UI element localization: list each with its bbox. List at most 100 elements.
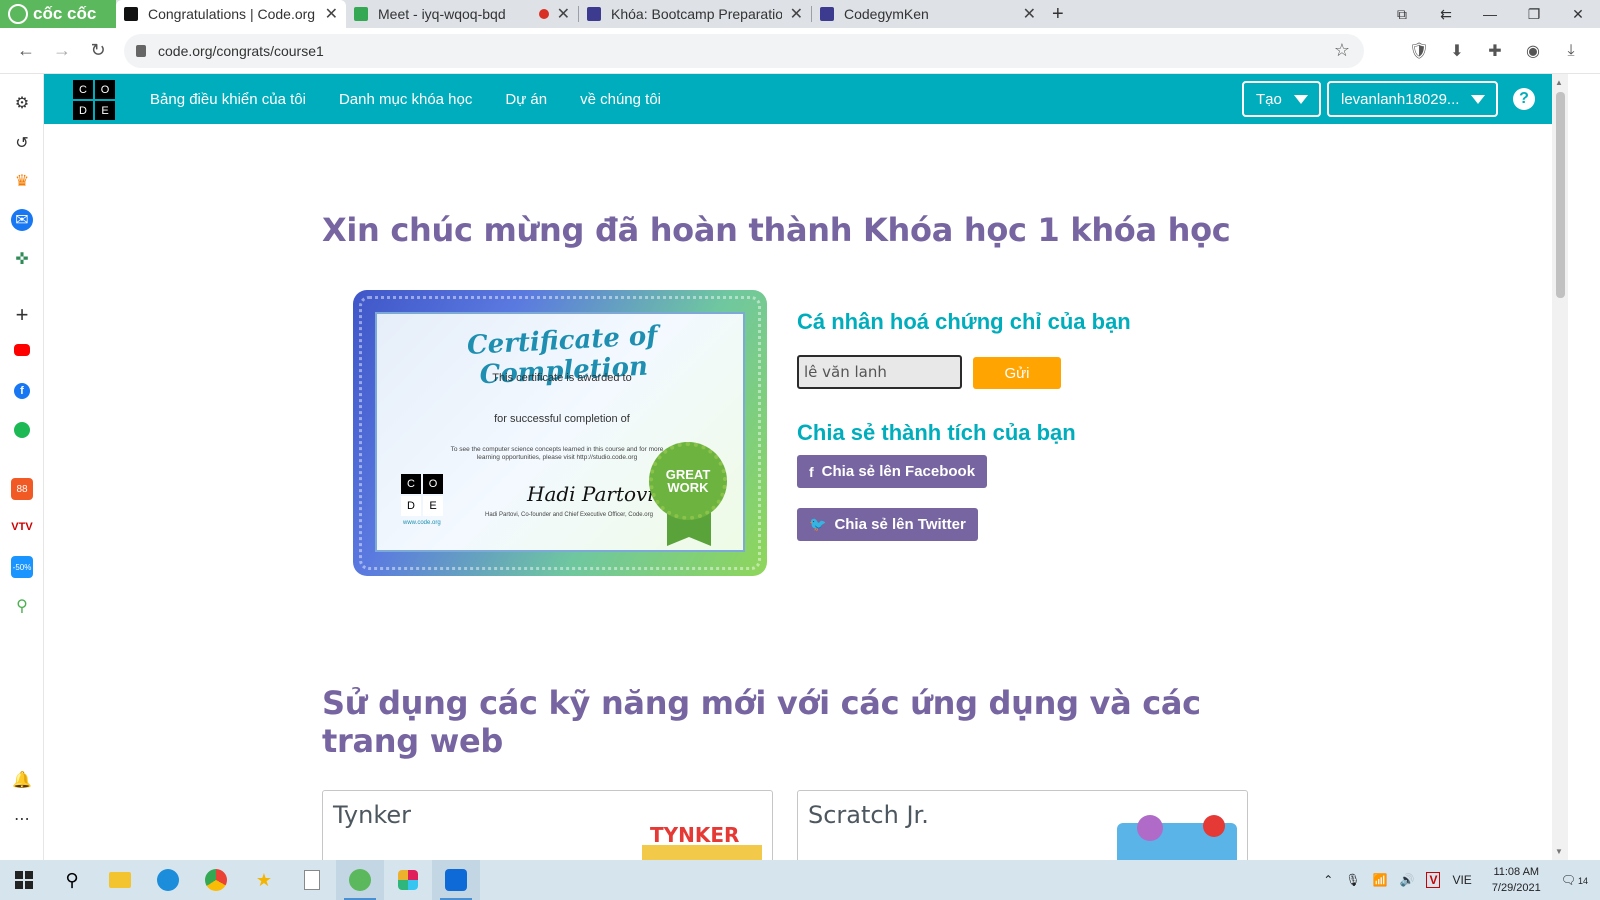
- certificate-url: www.code.org: [403, 520, 441, 526]
- map-pin-icon[interactable]: ⚲: [11, 595, 33, 617]
- add-panel-icon[interactable]: +: [11, 302, 33, 327]
- share-twitter-button[interactable]: 🐦 Chia sẻ lên Twitter: [797, 508, 978, 541]
- address-bar[interactable]: code.org/congrats/course1 ☆: [124, 33, 1364, 68]
- close-tab-icon[interactable]: ✕: [557, 4, 570, 24]
- notepad-icon[interactable]: [288, 860, 336, 900]
- certificate-body: Certificate of Completion This certifica…: [375, 312, 745, 552]
- notification-bell-icon[interactable]: 🔔: [11, 769, 33, 791]
- favorites-star-icon[interactable]: ★: [240, 860, 288, 900]
- close-window-icon[interactable]: ✕: [1556, 6, 1600, 23]
- tab-bootcamp[interactable]: Khóa: Bootcamp Preparation ✕: [579, 0, 811, 28]
- crown-icon[interactable]: ♛: [11, 170, 33, 192]
- profile-icon[interactable]: ◉: [1514, 41, 1552, 61]
- tab-codeorg[interactable]: Congratulations | Code.org ✕: [116, 0, 346, 28]
- name-input[interactable]: lê văn lanh: [797, 355, 962, 389]
- tab-codegymken[interactable]: CodegymKen ✕: [812, 0, 1044, 28]
- close-tab-icon[interactable]: ✕: [790, 4, 803, 24]
- clock[interactable]: 11:08 AM 7/29/2021: [1492, 864, 1541, 896]
- nav-dashboard[interactable]: Bảng điều khiển của tôi: [150, 91, 306, 108]
- minimize-icon[interactable]: —: [1468, 6, 1512, 22]
- nav-projects[interactable]: Dự án: [505, 91, 547, 108]
- chrome-icon[interactable]: [192, 860, 240, 900]
- user-menu[interactable]: levanlanh18029...: [1327, 81, 1498, 117]
- star-icon[interactable]: ☆: [1334, 40, 1350, 61]
- settings-gear-icon[interactable]: ⚙: [11, 92, 33, 114]
- new-tab-button[interactable]: +: [1044, 0, 1078, 28]
- wifi-icon[interactable]: 📶: [1373, 873, 1388, 887]
- gamepad-icon[interactable]: ✜: [11, 248, 33, 270]
- facebook-icon[interactable]: f: [14, 383, 30, 399]
- browser-tabstrip: cốc cốc Congratulations | Code.org ✕ Mee…: [0, 0, 1600, 28]
- scrollbar-thumb[interactable]: [1556, 92, 1565, 298]
- spotify-icon[interactable]: [14, 422, 30, 438]
- scroll-up-icon[interactable]: ▲: [1555, 78, 1563, 87]
- app-card-tynker[interactable]: Tynker TYNKER: [322, 790, 773, 860]
- facebook-icon: f: [809, 463, 814, 480]
- history-icon[interactable]: ↺: [11, 132, 33, 154]
- logo-letter: E: [95, 101, 115, 120]
- shield-icon[interactable]: 🛡: [1400, 41, 1438, 61]
- file-explorer-icon[interactable]: [96, 860, 144, 900]
- codeorg-header: C O D E Bảng điều khiển của tôi Danh mục…: [44, 74, 1552, 124]
- caret-down-icon: [1293, 94, 1308, 104]
- app-card-scratchjr[interactable]: Scratch Jr.: [797, 790, 1248, 860]
- page-scrollbar[interactable]: ▲ ▼: [1552, 74, 1568, 860]
- slack-icon[interactable]: [384, 860, 432, 900]
- create-dropdown[interactable]: Tạo: [1242, 81, 1321, 117]
- tray-chevron-icon[interactable]: ⌃: [1323, 873, 1333, 887]
- submit-button[interactable]: Gửi: [973, 357, 1061, 389]
- codeorg-logo[interactable]: C O D E: [73, 80, 115, 120]
- certificate-image: Certificate of Completion This certifica…: [353, 290, 767, 576]
- system-tray: ⌃ 🎙 📶 🔊 V VIE 11:08 AM 7/29/2021 🗨 14: [1317, 864, 1600, 896]
- help-icon[interactable]: ?: [1513, 88, 1535, 110]
- close-tab-icon[interactable]: ✕: [325, 4, 338, 24]
- back-arrow-icon[interactable]: ⇇: [1424, 6, 1468, 23]
- browser-brand[interactable]: cốc cốc: [0, 0, 116, 28]
- apps-heading: Sử dụng các kỹ năng mới với các ứng dụng…: [322, 684, 1201, 760]
- coccoc-taskbar-icon[interactable]: [336, 860, 384, 900]
- tiki-icon[interactable]: -50%: [11, 556, 33, 578]
- language-indicator[interactable]: VIE: [1452, 873, 1471, 887]
- tab-meet[interactable]: Meet - iyq-wqoq-bqd ✕: [346, 0, 578, 28]
- vtv-go-icon[interactable]: VTV: [11, 516, 33, 538]
- more-icon[interactable]: ⋯: [11, 808, 33, 830]
- main-nav: Bảng điều khiển của tôi Danh mục khóa họ…: [150, 74, 694, 124]
- clock-date: 7/29/2021: [1491, 882, 1541, 894]
- extensions-icon[interactable]: ✚: [1476, 41, 1514, 61]
- reload-icon[interactable]: ↻: [80, 40, 116, 61]
- teamviewer-icon[interactable]: [432, 860, 480, 900]
- share-facebook-button[interactable]: f Chia sẻ lên Facebook: [797, 455, 988, 488]
- youtube-icon[interactable]: [14, 344, 30, 356]
- tab-title: Congratulations | Code.org: [148, 6, 316, 22]
- logo-letter: O: [423, 474, 443, 494]
- scroll-down-icon[interactable]: ▼: [1555, 847, 1563, 856]
- close-tab-icon[interactable]: ✕: [1023, 4, 1036, 24]
- notification-center-icon[interactable]: 🗨 14: [1561, 873, 1594, 887]
- tab-title: Khóa: Bootcamp Preparation: [611, 6, 782, 22]
- microphone-icon[interactable]: 🎙: [1345, 873, 1360, 887]
- windows-start-icon[interactable]: [0, 860, 48, 900]
- browser-brand-label: cốc cốc: [33, 4, 97, 23]
- toolbar-actions: 🛡 ⬇ ✚ ◉ ⤓: [1400, 41, 1600, 61]
- logo-letter: D: [73, 101, 93, 120]
- screenshot-icon[interactable]: ⧉: [1380, 6, 1424, 23]
- coccoc-logo-icon: [8, 4, 28, 24]
- messenger-icon[interactable]: ✉: [11, 209, 33, 231]
- search-icon[interactable]: ⚲: [48, 860, 96, 900]
- downloads-icon[interactable]: ⤓: [1552, 42, 1590, 60]
- forward-icon[interactable]: →: [44, 40, 80, 61]
- download-box-icon[interactable]: ⬇: [1438, 41, 1476, 61]
- recording-icon: [538, 9, 549, 19]
- shopping-88-icon[interactable]: 88: [11, 478, 33, 500]
- page-title: Xin chúc mừng đã hoàn thành Khóa học 1 k…: [322, 211, 1231, 249]
- browser-toolbar: ← → ↻ code.org/congrats/course1 ☆ 🛡 ⬇ ✚ …: [0, 28, 1600, 74]
- back-icon[interactable]: ←: [8, 40, 44, 61]
- unikey-icon[interactable]: V: [1426, 872, 1441, 888]
- edge-icon[interactable]: [144, 860, 192, 900]
- restore-icon[interactable]: ❐: [1512, 6, 1556, 23]
- tynker-logo: TYNKER: [642, 815, 762, 860]
- certificate-code-logo: C O D E: [401, 474, 443, 516]
- nav-course-catalog[interactable]: Danh mục khóa học: [339, 91, 472, 108]
- volume-icon[interactable]: 🔊: [1400, 873, 1415, 887]
- nav-about[interactable]: về chúng tôi: [580, 91, 661, 108]
